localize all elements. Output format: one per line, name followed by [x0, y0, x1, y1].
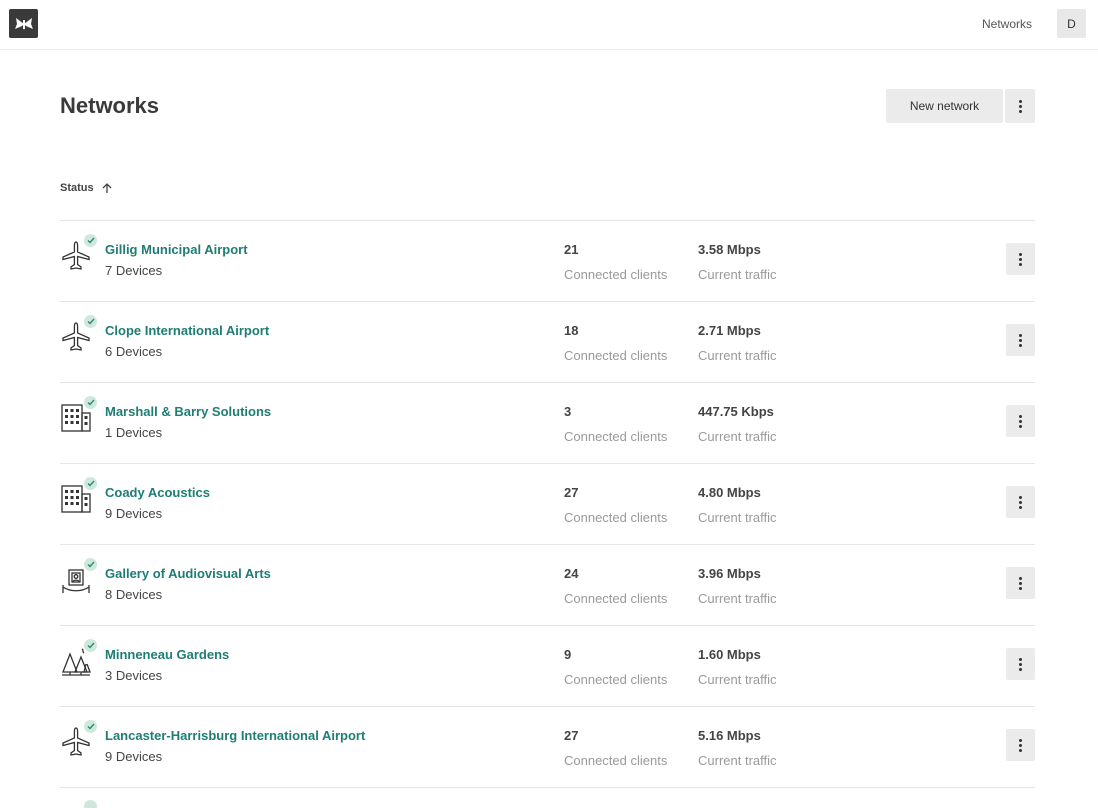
network-device-count: 9 Devices	[105, 749, 163, 764]
connected-clients-value: 27	[564, 485, 579, 500]
vertical-dots-icon	[1019, 656, 1022, 673]
status-ok-icon	[84, 558, 97, 571]
network-row: Gillig Municipal Airport 7 Devices 21 Co…	[60, 220, 1035, 301]
butterfly-logo-icon[interactable]	[9, 9, 38, 38]
avatar[interactable]: D	[1057, 9, 1086, 38]
current-traffic-value: 1.60 Mbps	[698, 647, 761, 662]
network-row: Minneneau Gardens 3 Devices 9 Connected …	[60, 625, 1035, 706]
connected-clients-value: 3	[564, 404, 572, 419]
network-device-count: 7 Devices	[105, 263, 163, 278]
sort-by-status[interactable]: Status	[60, 182, 112, 194]
row-more-button[interactable]	[1006, 486, 1035, 518]
vertical-dots-icon	[1019, 494, 1022, 511]
network-device-count: 3 Devices	[105, 668, 163, 683]
network-device-count: 6 Devices	[105, 344, 163, 359]
connected-clients-label: Connected clients	[564, 267, 668, 282]
connected-clients-value: 18	[564, 323, 579, 338]
connected-clients-value: 24	[564, 566, 579, 581]
network-device-count: 1 Devices	[105, 425, 163, 440]
current-traffic-label: Current traffic	[698, 510, 777, 525]
vertical-dots-icon	[1019, 251, 1022, 268]
current-traffic-label: Current traffic	[698, 753, 777, 768]
current-traffic-value: 3.96 Mbps	[698, 566, 761, 581]
current-traffic-label: Current traffic	[698, 672, 777, 687]
network-name-link[interactable]: Gallery of Audiovisual Arts	[105, 566, 271, 581]
current-traffic-value: 447.75 Kbps	[698, 404, 774, 419]
connected-clients-value: 9	[564, 647, 572, 662]
vertical-dots-icon	[1019, 737, 1022, 754]
network-row: Marshall & Barry Solutions 1 Devices 3 C…	[60, 382, 1035, 463]
network-row: Gallery of Audiovisual Arts 8 Devices 24…	[60, 544, 1035, 625]
connected-clients-label: Connected clients	[564, 510, 668, 525]
connected-clients-value: 21	[564, 242, 579, 257]
network-name-link[interactable]: Minneneau Gardens	[105, 647, 229, 662]
nav-link-networks[interactable]: Networks	[982, 17, 1032, 31]
current-traffic-label: Current traffic	[698, 591, 777, 606]
connected-clients-label: Connected clients	[564, 429, 668, 444]
network-name-link[interactable]: Gillig Municipal Airport	[105, 242, 248, 257]
connected-clients-label: Connected clients	[564, 591, 668, 606]
current-traffic-value: 3.58 Mbps	[698, 242, 761, 257]
network-device-count: 9 Devices	[105, 506, 163, 521]
vertical-dots-icon	[1019, 575, 1022, 592]
new-network-button[interactable]: New network	[886, 89, 1003, 123]
top-bar: Networks D	[0, 0, 1098, 50]
page-more-button[interactable]	[1005, 89, 1035, 123]
row-more-button[interactable]	[1006, 567, 1035, 599]
current-traffic-value: 4.80 Mbps	[698, 485, 761, 500]
network-list: Gillig Municipal Airport 7 Devices 21 Co…	[60, 220, 1035, 808]
network-row: Clope International Airport 6 Devices 18…	[60, 301, 1035, 382]
status-ok-icon	[84, 234, 97, 247]
row-more-button[interactable]	[1006, 405, 1035, 437]
row-more-button[interactable]	[1006, 243, 1035, 275]
current-traffic-value: 5.16 Mbps	[698, 728, 761, 743]
vertical-dots-icon	[1019, 413, 1022, 430]
connected-clients-label: Connected clients	[564, 753, 668, 768]
vertical-dots-icon	[1018, 98, 1022, 115]
sort-label: Status	[60, 182, 94, 194]
status-ok-icon	[84, 396, 97, 409]
network-row-partial	[60, 787, 1035, 808]
connected-clients-label: Connected clients	[564, 672, 668, 687]
current-traffic-label: Current traffic	[698, 267, 777, 282]
network-name-link[interactable]: Lancaster-Harrisburg International Airpo…	[105, 728, 365, 743]
connected-clients-label: Connected clients	[564, 348, 668, 363]
network-name-link[interactable]: Clope International Airport	[105, 323, 269, 338]
status-ok-icon	[84, 477, 97, 490]
network-row: Lancaster-Harrisburg International Airpo…	[60, 706, 1035, 787]
row-more-button[interactable]	[1006, 648, 1035, 680]
network-name-link[interactable]: Marshall & Barry Solutions	[105, 404, 271, 419]
status-ok-icon	[84, 720, 97, 733]
page-title: Networks	[60, 93, 160, 118]
current-traffic-label: Current traffic	[698, 429, 777, 444]
row-more-button[interactable]	[1006, 729, 1035, 761]
current-traffic-label: Current traffic	[698, 348, 777, 363]
vertical-dots-icon	[1019, 332, 1022, 349]
network-device-count: 8 Devices	[105, 587, 163, 602]
status-ok-icon	[84, 800, 97, 808]
status-ok-icon	[84, 315, 97, 328]
connected-clients-value: 27	[564, 728, 579, 743]
status-ok-icon	[84, 639, 97, 652]
network-row: Coady Acoustics 9 Devices 27 Connected c…	[60, 463, 1035, 544]
row-more-button[interactable]	[1006, 324, 1035, 356]
current-traffic-value: 2.71 Mbps	[698, 323, 761, 338]
network-name-link[interactable]: Coady Acoustics	[105, 485, 210, 500]
arrow-up-icon	[102, 182, 112, 193]
